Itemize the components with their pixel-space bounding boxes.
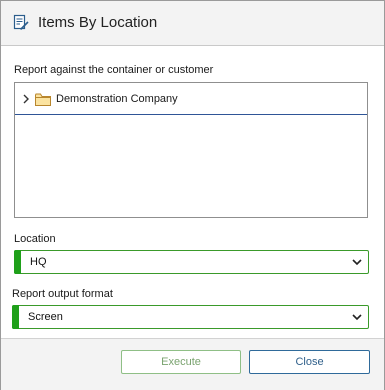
button-bar: Execute Close <box>1 338 384 390</box>
window-title: Items By Location <box>38 14 158 31</box>
location-select[interactable]: HQ <box>14 250 369 274</box>
container-tree[interactable]: Demonstration Company <box>14 82 368 218</box>
tree-item-demonstration-company[interactable]: Demonstration Company <box>15 83 367 115</box>
close-button[interactable]: Close <box>249 350 370 374</box>
location-value: HQ <box>30 256 47 268</box>
title-bar: Items By Location <box>1 1 384 46</box>
tree-section-label: Report against the container or customer <box>14 64 214 76</box>
folder-icon <box>35 93 51 106</box>
required-indicator <box>12 305 19 329</box>
output-format-select[interactable]: Screen <box>12 305 369 329</box>
chevron-down-icon[interactable] <box>352 313 362 321</box>
report-icon <box>13 14 29 30</box>
execute-button[interactable]: Execute <box>121 350 241 374</box>
tree-item-label: Demonstration Company <box>56 93 178 105</box>
chevron-right-icon[interactable] <box>22 94 30 104</box>
required-indicator <box>14 250 21 274</box>
output-format-value: Screen <box>28 311 63 323</box>
location-label: Location <box>14 233 56 245</box>
items-by-location-dialog: Items By Location Report against the con… <box>0 0 385 390</box>
chevron-down-icon[interactable] <box>352 258 362 266</box>
output-format-label: Report output format <box>12 288 113 300</box>
